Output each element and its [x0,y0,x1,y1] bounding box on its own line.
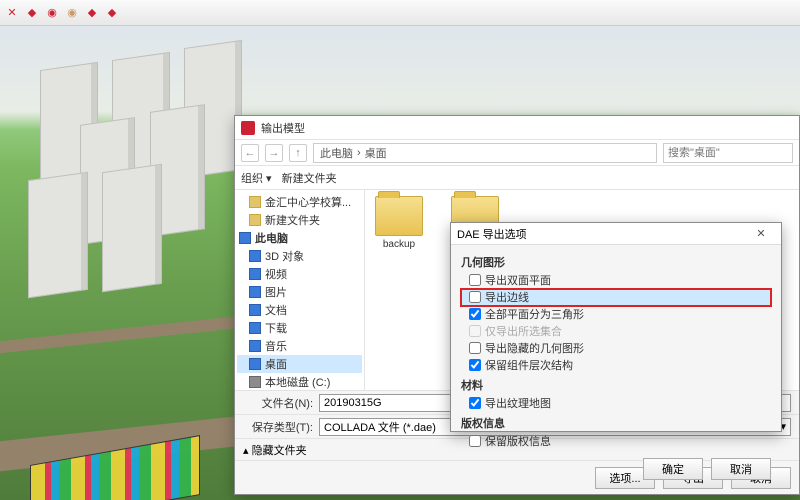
section-header: 几何图形 [461,254,771,270]
option-checkbox-row[interactable]: 导出双面平面 [461,272,771,289]
option-checkbox-row[interactable]: 导出纹理地图 [461,395,771,412]
tree-node[interactable]: 本地磁盘 (C:) [237,373,362,390]
tree-node[interactable]: 新建文件夹 [237,211,362,229]
tree-node[interactable]: 文档 [237,301,362,319]
app-icon [241,121,255,135]
dialog-title: 输出模型 [261,120,305,136]
checkbox[interactable] [469,291,481,303]
main-toolbar: ✕ ◆ ◉ ◉ ◆ ◆ [0,0,800,26]
tree-node[interactable]: 音乐 [237,337,362,355]
tool-icon[interactable]: ◆ [24,5,40,21]
filename-label: 文件名(N): [243,395,313,411]
option-checkbox-row[interactable]: 保留版权信息 [461,433,771,450]
hide-folders-toggle[interactable]: ▴ 隐藏文件夹 [243,442,307,458]
tree-node[interactable]: 桌面 [237,355,362,373]
checkbox[interactable] [469,435,481,447]
nav-forward-button[interactable]: → [265,144,283,162]
tree-node[interactable]: 金汇中心学校算... [237,193,362,211]
tree-node[interactable]: 3D 对象 [237,247,362,265]
nav-up-button[interactable]: ↑ [289,144,307,162]
checkbox[interactable] [469,274,481,286]
dae-options-dialog: DAE 导出选项 ✕ 几何图形导出双面平面导出边线全部平面分为三角形仅导出所选集… [450,222,782,432]
newfolder-button[interactable]: 新建文件夹 [282,170,337,186]
option-checkbox-row: 仅导出所选集合 [461,323,771,340]
close-button[interactable]: ✕ [747,225,775,243]
tool-icon[interactable]: ◉ [64,5,80,21]
dialog-navbar: ← → ↑ 此电脑 › 桌面 [235,140,799,166]
tool-icon[interactable]: ✕ [4,5,20,21]
options-cancel-button[interactable]: 取消 [711,458,771,480]
checkbox[interactable] [469,397,481,409]
checkbox[interactable] [469,308,481,320]
breadcrumb[interactable]: 此电脑 › 桌面 [313,143,657,163]
tool-icon[interactable]: ◆ [84,5,100,21]
options-title: DAE 导出选项 [457,226,527,242]
folder-item[interactable]: backup [371,196,427,250]
tree-node[interactable]: 视频 [237,265,362,283]
folder-tree[interactable]: 金汇中心学校算...新建文件夹此电脑3D 对象视频图片文档下载音乐桌面本地磁盘 … [235,190,365,390]
tool-icon[interactable]: ◉ [44,5,60,21]
option-checkbox-row[interactable]: 导出边线 [461,289,771,306]
folder-icon [375,196,423,236]
filetype-label: 保存类型(T): [243,419,313,435]
section-header: 材料 [461,377,771,393]
checkbox [469,325,481,337]
option-checkbox-row[interactable]: 全部平面分为三角形 [461,306,771,323]
nav-back-button[interactable]: ← [241,144,259,162]
section-header: 版权信息 [461,415,771,431]
tree-node[interactable]: 图片 [237,283,362,301]
checkbox[interactable] [469,359,481,371]
option-checkbox-row[interactable]: 导出隐藏的几何图形 [461,340,771,357]
tree-group-pc[interactable]: 此电脑 [237,229,362,247]
checkbox[interactable] [469,342,481,354]
tree-node[interactable]: 下载 [237,319,362,337]
tool-icon[interactable]: ◆ [104,5,120,21]
search-input[interactable] [663,143,793,163]
ok-button[interactable]: 确定 [643,458,703,480]
dialog-command-bar: 组织 ▾ 新建文件夹 [235,166,799,190]
option-checkbox-row[interactable]: 保留组件层次结构 [461,357,771,374]
organize-dropdown[interactable]: 组织 ▾ [241,170,272,186]
dialog-titlebar: 输出模型 [235,116,799,140]
